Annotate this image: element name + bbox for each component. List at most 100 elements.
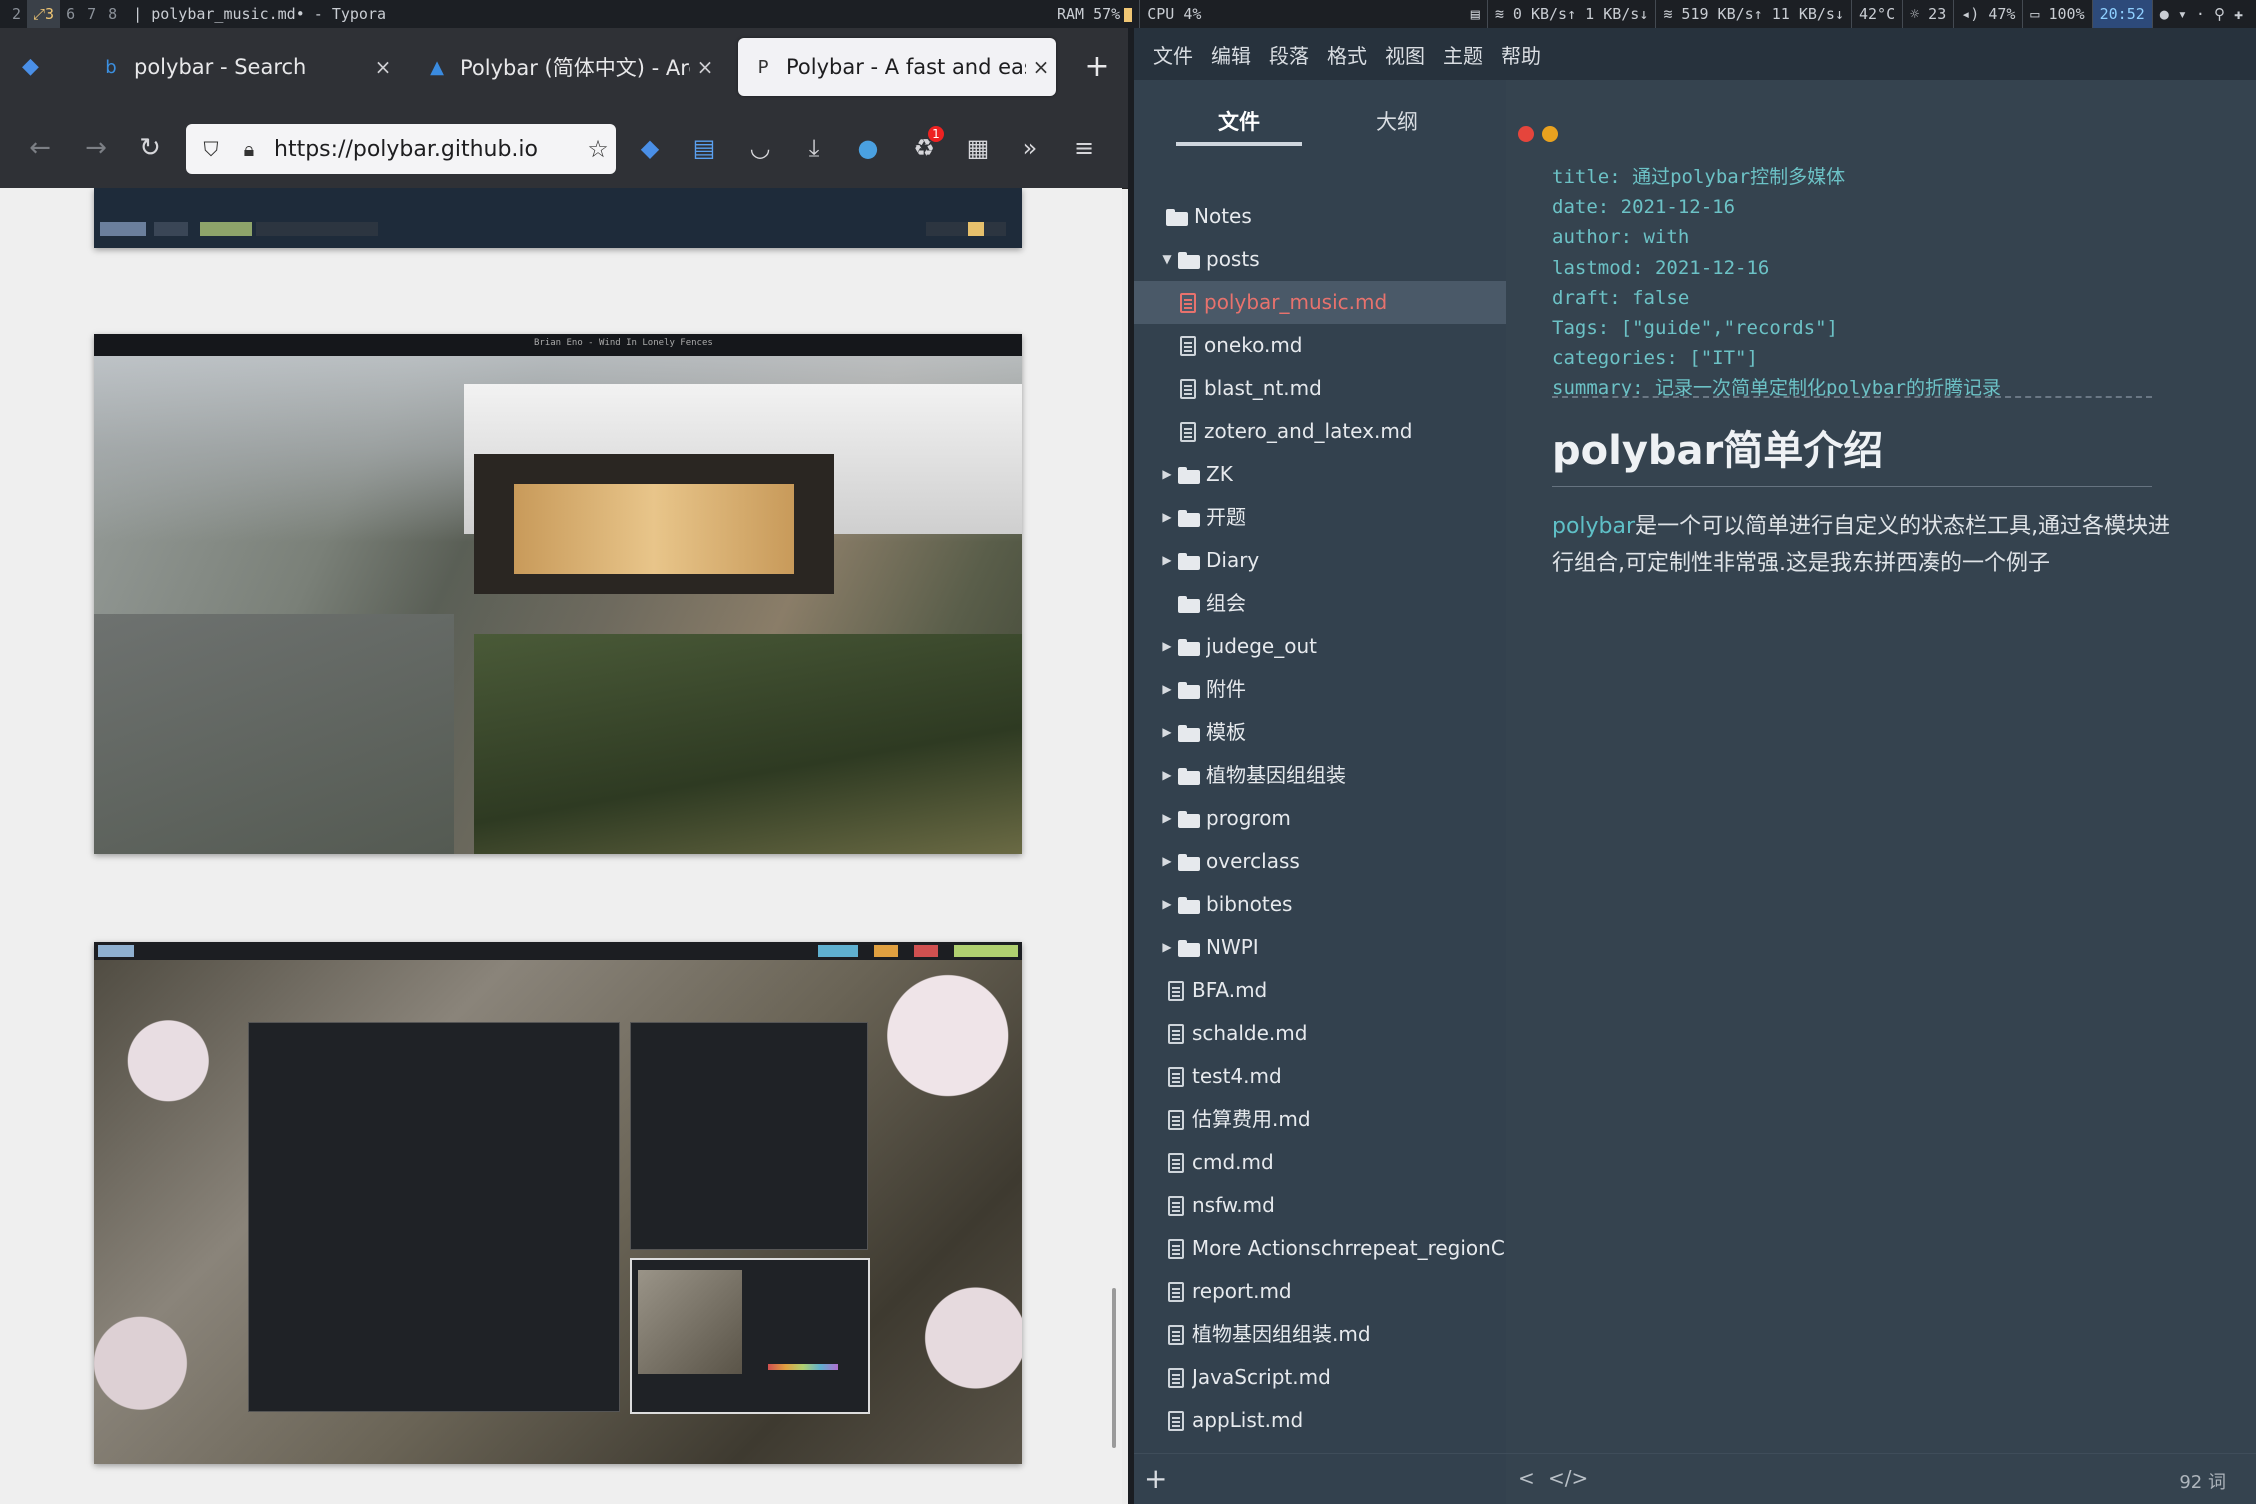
tree-file[interactable]: cmd.md: [1134, 1141, 1506, 1184]
tree-folder[interactable]: ▶ 模板: [1134, 711, 1506, 754]
caret-right-icon[interactable]: ▶: [1160, 711, 1174, 754]
url-bar[interactable]: ⛉ 🔒︎ https://polybar.github.io ☆: [186, 124, 616, 174]
workspace-6[interactable]: 6: [60, 0, 81, 28]
caret-right-icon[interactable]: ▶: [1160, 797, 1174, 840]
tree-file[interactable]: BFA.md: [1134, 969, 1506, 1012]
tree-file[interactable]: nsfw.md: [1134, 1184, 1506, 1227]
workspace-2[interactable]: 2: [6, 0, 27, 28]
tree-folder[interactable]: ▶ 附件: [1134, 668, 1506, 711]
caret-right-icon[interactable]: ▶: [1160, 754, 1174, 797]
tree-folder[interactable]: Notes: [1134, 195, 1506, 238]
brightness[interactable]: ☼ 23: [1902, 0, 1953, 28]
collapse-sidebar-button[interactable]: <: [1518, 1466, 1535, 1490]
tab-polybar-site[interactable]: P Polybar - A fast and easy-to-use tool …: [738, 38, 1056, 96]
tree-folder[interactable]: ▶ ZK: [1134, 453, 1506, 496]
url-text[interactable]: https://polybar.github.io: [274, 137, 580, 162]
page-scrollbar[interactable]: [1112, 1288, 1116, 1448]
tree-file[interactable]: oneko.md: [1134, 324, 1506, 367]
folder-icon[interactable]: ▤: [1464, 0, 1487, 28]
tree-folder[interactable]: ▶ judege_out: [1134, 625, 1506, 668]
tab-outline[interactable]: 大纲: [1334, 102, 1460, 142]
tree-folder[interactable]: ▶ progrom: [1134, 797, 1506, 840]
extension-badge-icon[interactable]: ♻ 1: [906, 126, 944, 166]
tree-file[interactable]: test4.md: [1134, 1055, 1506, 1098]
tab-polybar-search[interactable]: b polybar - Search ×: [86, 38, 398, 96]
pocket-icon[interactable]: ◡: [742, 130, 778, 166]
caret-right-icon[interactable]: ▶: [1160, 496, 1174, 539]
workspace-7[interactable]: 7: [81, 0, 102, 28]
web-page-content[interactable]: Brian Eno - Wind In Lonely Fences: [0, 188, 1122, 1504]
caret-right-icon[interactable]: ▶: [1160, 539, 1174, 582]
caret-right-icon[interactable]: ▶: [1160, 840, 1174, 883]
menu-theme[interactable]: 主题: [1434, 40, 1492, 69]
reader-doc-icon[interactable]: ▤: [686, 130, 722, 166]
source-code-mode-button[interactable]: </>: [1548, 1466, 1588, 1490]
caret-right-icon[interactable]: ▶: [1160, 625, 1174, 668]
volume[interactable]: ◂) 47%: [1953, 0, 2022, 28]
bookmark-star-icon[interactable]: ☆: [580, 135, 616, 163]
menu-format[interactable]: 格式: [1318, 40, 1376, 69]
tab-archwiki[interactable]: ▲ Polybar (简体中文) - ArchWiki ×: [412, 38, 720, 96]
reload-icon[interactable]: ↻: [132, 130, 168, 166]
menu-view[interactable]: 视图: [1376, 40, 1434, 69]
caret-right-icon[interactable]: ▶: [1160, 883, 1174, 926]
menu-paragraph[interactable]: 段落: [1260, 40, 1318, 69]
tree-folder[interactable]: ▶ 植物基因组组装: [1134, 754, 1506, 797]
menu-edit[interactable]: 编辑: [1202, 40, 1260, 69]
tree-folder[interactable]: ▶ NWPI: [1134, 926, 1506, 969]
tree-file[interactable]: blast_nt.md: [1134, 367, 1506, 410]
volume-text: 47%: [1988, 5, 2016, 23]
pinned-tab-icon[interactable]: ◆: [22, 54, 39, 79]
tree-folder[interactable]: ▶ bibnotes: [1134, 883, 1506, 926]
tree-file[interactable]: polybar_music.md: [1134, 281, 1506, 324]
tree-file[interactable]: More Actionschrrepeat_regionCl: [1134, 1227, 1506, 1270]
tree-file[interactable]: appList.md: [1134, 1399, 1506, 1442]
overflow-chevron-icon[interactable]: »: [1012, 130, 1048, 166]
word-count[interactable]: 92 词: [2179, 1468, 2226, 1494]
menu-help[interactable]: 帮助: [1492, 40, 1550, 69]
shield-icon[interactable]: ⛉: [198, 137, 224, 161]
close-tab-icon[interactable]: ×: [368, 55, 398, 79]
battery-text: 100%: [2048, 5, 2085, 23]
close-window-dot[interactable]: [1518, 126, 1534, 142]
tree-file[interactable]: zotero_and_latex.md: [1134, 410, 1506, 453]
heading-1[interactable]: polybar简单介绍: [1552, 418, 2152, 487]
clock[interactable]: 20:52: [2091, 0, 2152, 28]
tree-folder[interactable]: ▶ 开题: [1134, 496, 1506, 539]
caret-right-icon[interactable]: ▶: [1160, 926, 1174, 969]
caret-right-icon[interactable]: ▶: [1160, 453, 1174, 496]
tree-folder[interactable]: 组会: [1134, 582, 1506, 625]
tree-file[interactable]: schalde.md: [1134, 1012, 1506, 1055]
tree-file[interactable]: 植物基因组组装.md: [1134, 1313, 1506, 1356]
yaml-front-matter[interactable]: title: 通过polybar控制多媒体 date: 2021-12-16 aut…: [1552, 162, 2001, 404]
tree-folder[interactable]: ▶ overclass: [1134, 840, 1506, 883]
paragraph[interactable]: polybar是一个可以简单进行自定义的状态栏工具,通过各模块进行组合,可定制性…: [1552, 508, 2192, 582]
tree-file[interactable]: 估算费用.md: [1134, 1098, 1506, 1141]
workspace-3[interactable]: ⤢3: [27, 0, 61, 28]
caret-down-icon[interactable]: ▼: [1160, 238, 1174, 281]
tab-files[interactable]: 文件: [1176, 102, 1302, 146]
tree-folder[interactable]: ▼ posts: [1134, 238, 1506, 281]
tree-folder[interactable]: ▶ Diary: [1134, 539, 1506, 582]
add-file-button[interactable]: +: [1144, 1462, 1167, 1495]
download-icon[interactable]: ⤓: [796, 130, 832, 166]
film-icon[interactable]: ▦: [960, 130, 996, 166]
tray-icons[interactable]: ● ▾ · ⚲ ✚: [2151, 0, 2250, 28]
new-tab-button[interactable]: +: [1076, 46, 1118, 88]
extension-gem-icon[interactable]: ◆: [632, 130, 668, 166]
editor-pane[interactable]: title: 通过polybar控制多媒体 date: 2021-12-16 aut…: [1506, 80, 2256, 1504]
polybar-link[interactable]: polybar: [1552, 514, 1635, 539]
workspace-8[interactable]: 8: [102, 0, 123, 28]
tree-file[interactable]: report.md: [1134, 1270, 1506, 1313]
forward-arrow-icon[interactable]: →: [78, 130, 114, 166]
lock-icon[interactable]: 🔒︎: [236, 137, 262, 161]
minimize-window-dot[interactable]: [1542, 126, 1558, 142]
back-arrow-icon[interactable]: ←: [22, 130, 58, 166]
caret-right-icon[interactable]: ▶: [1160, 668, 1174, 711]
tree-file[interactable]: JavaScript.md: [1134, 1356, 1506, 1399]
extension-circle-icon[interactable]: ●: [850, 130, 886, 166]
menu-file[interactable]: 文件: [1144, 40, 1202, 69]
close-tab-icon[interactable]: ×: [690, 55, 720, 79]
close-tab-icon[interactable]: ×: [1026, 55, 1056, 79]
hamburger-menu-icon[interactable]: ≡: [1066, 130, 1102, 166]
